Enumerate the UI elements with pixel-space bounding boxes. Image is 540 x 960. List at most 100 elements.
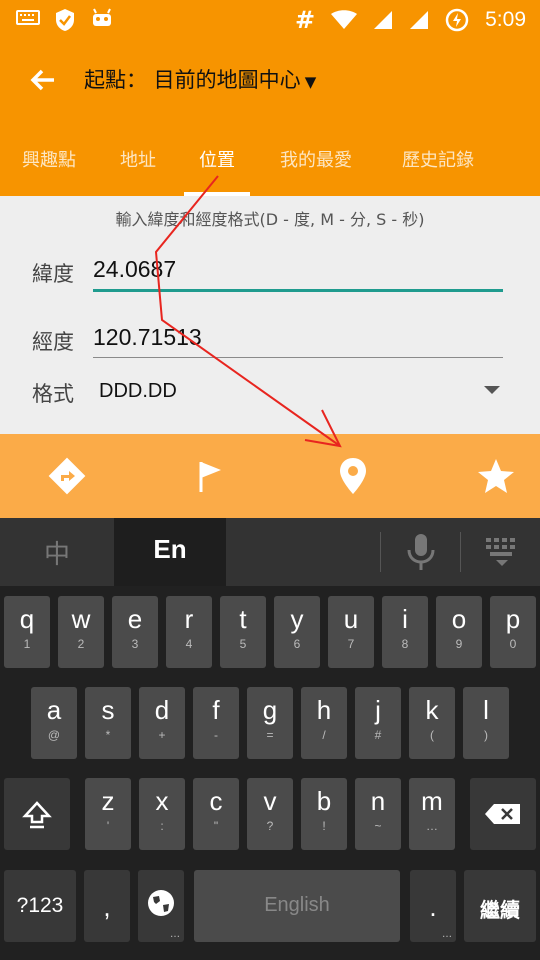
key-secondary: " xyxy=(213,819,219,833)
key-p[interactable]: p0 xyxy=(490,596,536,668)
back-arrow-icon[interactable] xyxy=(24,60,64,100)
period-key[interactable]: . … xyxy=(410,870,456,942)
key-f[interactable]: f- xyxy=(193,687,239,759)
bottom-tab-bar xyxy=(0,434,540,518)
clock: 5:09 xyxy=(485,8,526,31)
globe-icon xyxy=(148,890,174,916)
toolbar-divider xyxy=(380,532,381,572)
shift-key[interactable] xyxy=(4,778,70,850)
key-letter: p xyxy=(505,604,521,634)
key-l[interactable]: l) xyxy=(463,687,509,759)
key-letter: z xyxy=(101,786,115,816)
key-secondary: 0 xyxy=(509,637,517,651)
key-y[interactable]: y6 xyxy=(274,596,320,668)
key-letter: k xyxy=(425,695,439,725)
location-pin-icon[interactable] xyxy=(331,454,375,498)
key-g[interactable]: g = xyxy=(247,687,293,759)
star-icon[interactable] xyxy=(474,454,518,498)
key-n[interactable]: n ~ xyxy=(355,778,401,850)
key-secondary: ) xyxy=(484,728,488,742)
search-tabs: 興趣點 地址 位置 我的最愛 歷史記錄 xyxy=(0,122,540,196)
key-secondary: # xyxy=(374,728,382,742)
key-h[interactable]: h / xyxy=(301,687,347,759)
flag-icon[interactable] xyxy=(188,454,232,498)
app-bar: 起點： 目前的地圖中心 ▼ xyxy=(0,38,540,122)
key-k[interactable]: k( xyxy=(409,687,455,759)
key-u[interactable]: u7 xyxy=(328,596,374,668)
key-letter: h xyxy=(316,695,332,725)
key-b[interactable]: b! xyxy=(301,778,347,850)
lang-chinese-key[interactable]: 中 xyxy=(0,518,114,586)
key-letter: d xyxy=(154,695,170,725)
key-r[interactable]: r4 xyxy=(166,596,212,668)
symbols-key[interactable]: ?123 xyxy=(4,870,76,942)
key-letter: c xyxy=(209,786,223,816)
microphone-icon[interactable] xyxy=(404,532,438,572)
key-letter: s xyxy=(101,695,115,725)
key-z[interactable]: z ' xyxy=(85,778,131,850)
key-secondary: + xyxy=(158,728,166,742)
key-letter: t xyxy=(239,604,247,634)
dropdown-arrow-icon[interactable] xyxy=(484,386,500,394)
keyboard-settings-icon[interactable] xyxy=(484,536,520,568)
soft-keyboard: 中 En ?123 , … English . … 繼續 q 1 w 2 e 3… xyxy=(0,518,540,960)
key-x[interactable]: x: xyxy=(139,778,185,850)
tab-favorites[interactable]: 我的最愛 xyxy=(256,122,376,196)
key-secondary: 9 xyxy=(455,637,463,651)
space-key[interactable]: English xyxy=(194,870,400,942)
key-s[interactable]: s * xyxy=(85,687,131,759)
key-letter: o xyxy=(451,604,467,634)
key-secondary: - xyxy=(214,728,218,742)
key-letter: b xyxy=(316,786,332,816)
key-secondary: … xyxy=(426,819,438,833)
key-i[interactable]: i8 xyxy=(382,596,428,668)
longitude-input[interactable]: 120.71513 xyxy=(93,324,503,358)
key-letter: j xyxy=(375,695,381,725)
key-t[interactable]: t5 xyxy=(220,596,266,668)
start-point-selector[interactable]: 起點： 目前的地圖中心 ▼ xyxy=(84,64,316,94)
format-select[interactable]: DDD.DD xyxy=(99,380,177,403)
key-secondary: / xyxy=(322,728,326,742)
keyboard-toolbar: 中 En xyxy=(0,518,540,586)
key-letter: v xyxy=(263,786,277,816)
globe-key[interactable]: … xyxy=(138,870,184,942)
battery-charging-icon xyxy=(445,8,469,32)
backspace-icon xyxy=(485,804,520,824)
lang-english-key[interactable]: En xyxy=(114,518,226,586)
directions-icon[interactable] xyxy=(45,454,89,498)
key-j[interactable]: j # xyxy=(355,687,401,759)
key-a[interactable]: a @ xyxy=(31,687,77,759)
backspace-key[interactable] xyxy=(470,778,536,850)
tab-address[interactable]: 地址 xyxy=(98,122,178,196)
latitude-input[interactable]: 24.0687 xyxy=(93,256,503,292)
longitude-label: 經度 xyxy=(32,330,74,354)
comma-key[interactable]: , xyxy=(84,870,130,942)
key-letter: w xyxy=(71,604,91,634)
tab-history[interactable]: 歷史記錄 xyxy=(376,122,500,196)
enter-key[interactable]: 繼續 xyxy=(464,870,536,942)
key-secondary: 3 xyxy=(131,637,139,651)
key-q[interactable]: q1 xyxy=(4,596,50,668)
key-c[interactable]: c " xyxy=(193,778,239,850)
key-letter: q xyxy=(19,604,35,634)
format-label: 格式 xyxy=(32,382,74,406)
dropdown-caret-icon: ▼ xyxy=(304,73,317,91)
key-secondary: 4 xyxy=(185,637,193,651)
keyboard-icon xyxy=(16,10,40,25)
key-w[interactable]: w2 xyxy=(58,596,104,668)
key-o[interactable]: o9 xyxy=(436,596,482,668)
key-v[interactable]: v? xyxy=(247,778,293,850)
key-secondary: 8 xyxy=(401,637,409,651)
key-secondary: 5 xyxy=(239,637,247,651)
key-letter: y xyxy=(290,604,304,634)
tab-poi[interactable]: 興趣點 xyxy=(0,122,98,196)
key-d[interactable]: d + xyxy=(139,687,185,759)
key-m[interactable]: m… xyxy=(409,778,455,850)
toolbar-divider xyxy=(460,532,461,572)
key-e[interactable]: e3 xyxy=(112,596,158,668)
key-secondary: ( xyxy=(430,728,434,742)
signal-icon xyxy=(410,11,429,29)
tab-location[interactable]: 位置 xyxy=(178,122,256,196)
key-letter: x xyxy=(155,786,169,816)
key-letter: u xyxy=(343,604,359,634)
